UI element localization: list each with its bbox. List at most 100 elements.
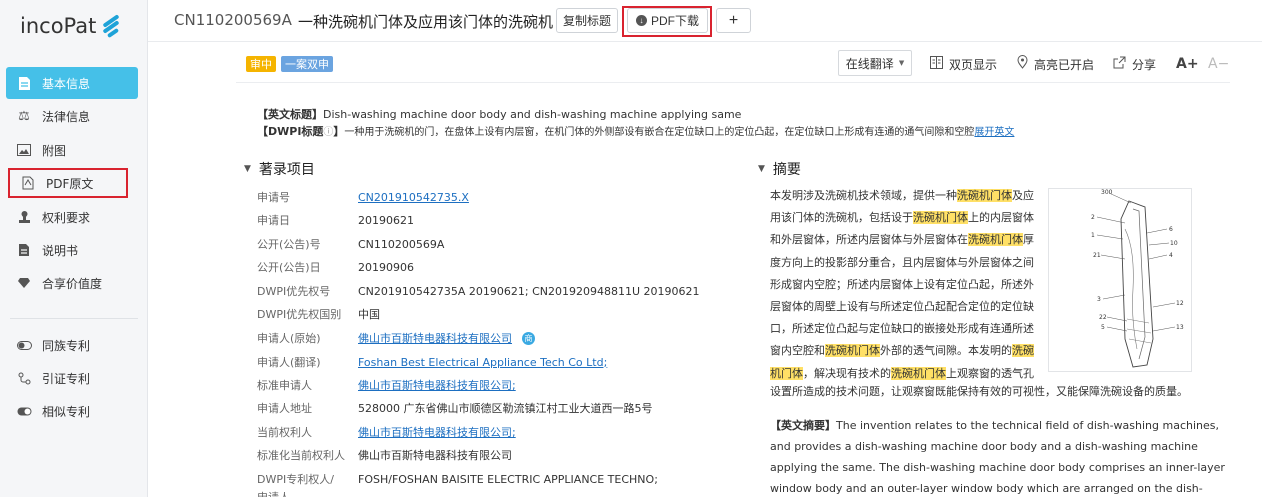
standard-applicant-link[interactable]: 佛山市百斯特电器科技有限公司;	[358, 377, 516, 393]
image-icon	[16, 142, 32, 158]
header: CN110200569A 一种洗碗机门体及应用该门体的洗碗机 复制标题 ↓ PD…	[148, 0, 1262, 42]
figure-label: 21	[1093, 252, 1101, 259]
sidebar-item-legal-info[interactable]: ⚖ 法律信息	[6, 101, 138, 131]
sidebar-divider	[10, 318, 138, 319]
figure-label: 22	[1099, 314, 1107, 321]
biblio-value: 中国	[358, 308, 380, 321]
highlight-label: 高亮已开启	[1034, 57, 1095, 72]
highlighted-term: 洗碗机门体	[891, 366, 946, 380]
sidebar-item-label: 附图	[42, 143, 67, 158]
sidebar-item-drawings[interactable]: 附图	[6, 135, 138, 165]
english-title-label: 【英文标题】	[257, 108, 323, 121]
toolbar-divider	[236, 82, 1230, 83]
sidebar-item-description[interactable]: 说明书	[6, 235, 138, 265]
figure-label: 2	[1091, 214, 1095, 221]
sidebar-item-label: 合享价值度	[42, 276, 103, 291]
biblio-row: 公开(公告)日 20190906	[257, 257, 414, 277]
scale-icon: ⚖	[18, 108, 30, 124]
application-number-link[interactable]: CN201910542735.X	[358, 191, 469, 204]
sidebar-item-label: 权利要求	[42, 210, 91, 225]
current-owner-link[interactable]: 佛山市百斯特电器科技有限公司;	[358, 424, 516, 440]
abstract-heading[interactable]: ▼ 摘要	[758, 159, 801, 179]
abstract-tail: 设置所造成的技术问题，让观察窗既能保持有效的可视性，又能保障洗碗设备的质量。	[770, 385, 1188, 398]
figure-label: 3	[1097, 296, 1101, 303]
link-icon	[16, 370, 32, 386]
applicant-original-link[interactable]: 佛山市百斯特电器科技有限公司	[358, 330, 512, 346]
add-tab-button[interactable]: +	[716, 8, 751, 33]
biblio-row: 申请日 20190621	[257, 210, 414, 230]
biblio-label: 标准化当前权利人	[257, 449, 345, 462]
font-decrease-button[interactable]: A−	[1208, 54, 1229, 74]
figure-label: 10	[1170, 240, 1178, 247]
dual-page-label: 双页显示	[949, 57, 998, 72]
biblio-row: 申请人(翻译) Foshan Best Electrical Appliance …	[257, 352, 607, 372]
figure-label: 13	[1176, 324, 1184, 331]
biblio-label: DWPI优先权号	[257, 285, 331, 298]
highlight-toggle[interactable]: 高亮已开启	[1017, 54, 1094, 74]
abstract-segment: 厚度方向上的投影部分重合，且内层窗体与外层窗体之间形成窗内空腔；所述内层窗体上设…	[770, 233, 1034, 358]
biblio-row: 申请人	[257, 487, 358, 497]
share-button[interactable]: 分享	[1113, 54, 1156, 74]
online-translate-dropdown[interactable]: 在线翻译 ▼	[838, 50, 912, 76]
share-icon	[1113, 56, 1126, 73]
highlighted-term: 洗碗机门体	[913, 211, 968, 225]
biblio-label: 申请日	[257, 214, 290, 227]
pdf-icon	[20, 175, 36, 191]
sidebar-item-pdf-original[interactable]: PDF原文	[8, 168, 128, 198]
biblio-label: 申请号	[257, 191, 290, 204]
figure-label: 12	[1176, 300, 1184, 307]
sidebar-item-basic-info[interactable]: 基本信息	[6, 67, 138, 99]
figure-label: 5	[1101, 324, 1105, 331]
applicant-translated-link[interactable]: Foshan Best Electrical Appliance Tech Co…	[358, 356, 607, 369]
abstract-text: 本发明涉及洗碗机技术领域，提供一种洗碗机门体及应用该门体的洗碗机，包括设于洗碗机…	[770, 185, 1034, 385]
figure-label: 6	[1169, 226, 1173, 233]
biblio-row: 申请号 CN201910542735.X	[257, 187, 469, 207]
biblio-label: DWPI专利权人/	[257, 473, 334, 486]
sidebar-item-family-patents[interactable]: 同族专利	[6, 330, 138, 360]
biblio-label: 申请人(翻译)	[257, 356, 321, 369]
biblio-value: 20190621	[358, 213, 414, 227]
sidebar-item-label: 同族专利	[42, 338, 91, 353]
english-title: Dish-washing machine door body and dish-…	[323, 108, 742, 121]
location-pin-icon	[1017, 55, 1028, 73]
patent-title: 一种洗碗机门体及应用该门体的洗碗机	[298, 13, 554, 31]
download-icon: ↓	[635, 15, 647, 26]
sidebar-item-cited-patents[interactable]: 引证专利	[6, 363, 138, 393]
english-abstract-text: The invention relates to the technical f…	[770, 419, 1225, 495]
abstract-figure[interactable]: 300 2 6 10 21 4 12 22 13 1 3 5	[1048, 188, 1192, 372]
biblio-value: FOSH/FOSHAN BAISITE ELECTRIC APPLIANCE T…	[358, 472, 658, 486]
pdf-download-label: PDF下载	[650, 14, 699, 28]
patent-number: CN110200569A	[174, 11, 292, 29]
dual-page-button[interactable]: 双页显示	[930, 54, 997, 74]
biblio-row: 标准申请人 佛山市百斯特电器科技有限公司;	[257, 375, 516, 395]
biblio-row: DWPI优先权号 CN201910542735A 20190621; CN2019…	[257, 281, 700, 301]
biblio-value: CN201910542735A 20190621; CN201920948811…	[358, 284, 700, 298]
abstract-segment: 上观察窗的透气孔	[946, 366, 1034, 380]
dwpi-title: 一种用于洗碗机的门，在盘体上设有内层窗，在机门体的外侧部设有嵌合在定位缺口上的定…	[344, 127, 975, 138]
abstract-segment: ，解决现有技术的	[803, 366, 891, 380]
highlighted-term: 洗碗机门体	[957, 189, 1012, 202]
collapse-triangle-icon: ▼	[244, 164, 251, 174]
abstract-heading-label: 摘要	[772, 162, 801, 178]
pdf-download-button[interactable]: ↓ PDF下载	[627, 8, 708, 33]
biblio-row: DWPI优先权国别 中国	[257, 304, 380, 324]
biblio-row: 申请人(原始) 佛山市百斯特电器科技有限公司商	[257, 328, 535, 348]
english-abstract: 【英文摘要】The invention relates to the techn…	[770, 415, 1230, 497]
sidebar-item-value-rating[interactable]: 合享价值度	[6, 268, 138, 298]
figure-label: 300	[1101, 189, 1113, 196]
bibliography-heading-label: 著录项目	[258, 162, 315, 178]
expand-english-link[interactable]: 展开英文	[974, 127, 1014, 138]
biblio-label: 申请人(原始)	[257, 332, 321, 345]
business-info-icon[interactable]: 商	[522, 331, 535, 345]
stamp-icon	[16, 209, 32, 225]
copy-title-button[interactable]: 复制标题	[556, 8, 618, 33]
bibliography-heading[interactable]: ▼ 著录项目	[244, 159, 315, 179]
columns-icon	[930, 55, 943, 73]
incopat-logo[interactable]: incoPat	[20, 10, 121, 42]
sidebar-item-claims[interactable]: 权利要求	[6, 202, 138, 232]
share-label: 分享	[1132, 57, 1157, 72]
sidebar: incoPat 基本信息 ⚖ 法律信息 附图 PDF原文 权利要求 说明书 合享…	[0, 0, 148, 497]
info-icon[interactable]: ⓘ	[323, 127, 333, 138]
sidebar-item-similar-patents[interactable]: 相似专利	[6, 396, 138, 426]
font-increase-button[interactable]: A+	[1176, 54, 1199, 74]
